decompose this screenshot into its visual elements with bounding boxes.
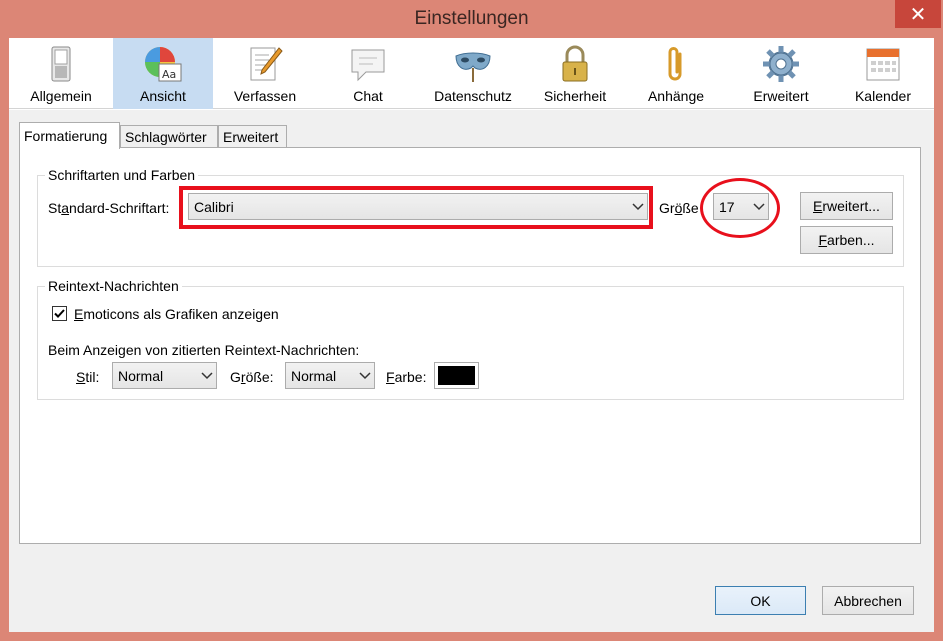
tab-erweitert[interactable]: Erweitert [218,125,287,148]
quote-size-select[interactable]: Normal [285,362,375,389]
gear-icon [763,46,799,82]
toolbar-label: Erweitert [753,88,809,104]
fonts-advanced-button-label: Erweitert... [813,198,880,214]
quote-style-select[interactable]: Normal [112,362,217,389]
colors-button[interactable]: Farben... [800,226,893,254]
cancel-button[interactable]: Abbrechen [822,586,914,615]
title-bar[interactable]: Einstellungen ✕ [0,0,943,38]
category-toolbar: Allgemein Aa Ansicht Verfassen Chat Date… [9,38,934,109]
ok-button[interactable]: OK [715,586,806,615]
quote-size-value: Normal [291,367,337,384]
toolbar-item-anhaenge[interactable]: Anhänge [624,38,728,109]
quote-color-swatch [438,366,475,385]
switch-icon [51,46,71,82]
preferences-window: Einstellungen ✕ Allgemein Aa Ansicht Ver… [0,0,943,641]
quote-color-picker[interactable] [434,362,479,389]
toolbar-label: Kalender [854,88,912,104]
emoticons-checkbox[interactable] [52,306,67,321]
quote-style-value: Normal [118,367,164,384]
colors-button-label: Farben... [818,232,875,248]
fonts-colors-group-title: Schriftarten und Farben [45,167,199,183]
toolbar-item-chat[interactable]: Chat [317,38,419,109]
cancel-button-label: Abbrechen [834,592,902,609]
toolbar-item-datenschutz[interactable]: Datenschutz [419,38,527,109]
toolbar-label: Ansicht [140,88,186,104]
tab-formatierung[interactable]: Formatierung [19,122,120,149]
toolbar-label: Verfassen [233,88,297,104]
toolbar-label: Chat [353,88,383,104]
mask-icon [455,52,491,82]
plaintext-messages-group-title: Reintext-Nachrichten [45,278,182,294]
toolbar-label: Allgemein [30,88,92,104]
paperclip-icon [668,47,682,81]
toolbar-item-sicherheit[interactable]: Sicherheit [527,38,623,109]
toolbar-item-kalender[interactable]: Kalender [833,38,933,109]
quote-color-label: Farbe: [386,369,427,385]
compose-icon [250,47,283,81]
padlock-icon [562,45,588,82]
toolbar-item-allgemein[interactable]: Allgemein [12,38,110,109]
chevron-down-icon [198,363,216,388]
toolbar-item-ansicht[interactable]: Aa Ansicht [113,38,213,109]
checkmark-icon [54,309,65,318]
close-button[interactable]: ✕ [895,0,941,28]
annotation-circle [700,178,780,238]
toolbar-label: Anhänge [647,88,705,104]
toolbar-item-erweitert[interactable]: Erweitert [729,38,833,109]
toolbar-label: Datenschutz [434,88,512,104]
emoticons-label[interactable]: Emoticons als Grafiken anzeigen [74,306,279,322]
chevron-down-icon [356,363,374,388]
tab-label: Schlagwörter [125,129,207,145]
toolbar-label: Sicherheit [543,88,607,104]
quote-style-label: Stil: [76,369,100,385]
dialog-client: Allgemein Aa Ansicht Verfassen Chat Date… [9,38,934,632]
window-title: Einstellungen [414,8,529,29]
toolbar-item-verfassen[interactable]: Verfassen [214,38,316,109]
palette-font-icon: Aa [145,47,182,82]
fonts-advanced-button[interactable]: Erweitert... [800,192,893,220]
quote-size-label: Größe: [230,369,274,385]
calendar-icon [866,48,900,81]
font-size-label: Größe [659,200,699,216]
quoted-plaintext-label: Beim Anzeigen von zitierten Reintext-Nac… [48,342,360,358]
annotation-rectangle [179,186,653,229]
default-font-label: Standard-Schriftart: [48,200,170,216]
tab-schlagwoerter[interactable]: Schlagwörter [120,125,218,148]
svg-text:Aa: Aa [162,68,176,81]
ok-button-label: OK [750,592,771,609]
close-icon: ✕ [909,3,927,26]
tab-label: Formatierung [24,128,108,144]
tab-label: Erweitert [223,129,279,145]
chat-bubble-icon [351,49,385,82]
